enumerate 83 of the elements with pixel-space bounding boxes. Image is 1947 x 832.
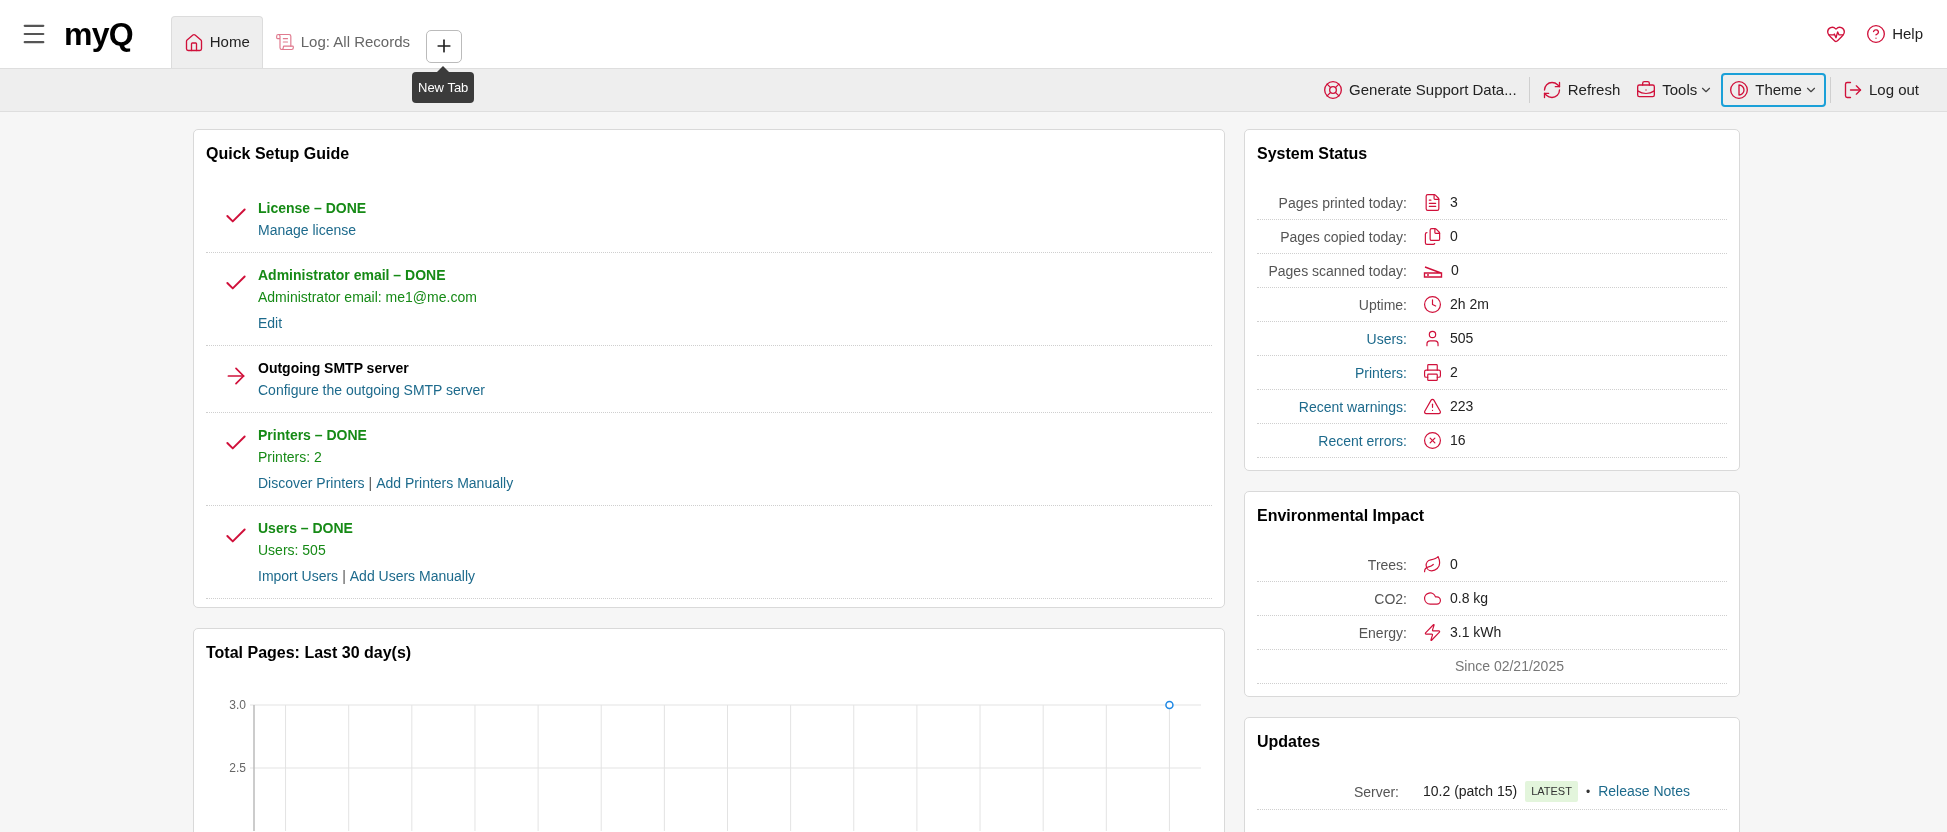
- new-tab-button[interactable]: [426, 29, 462, 63]
- step-link[interactable]: Add Printers Manually: [376, 472, 514, 494]
- data-point: [1165, 700, 1174, 710]
- stat-link[interactable]: Printers:: [1354, 364, 1407, 381]
- briefcase-icon: [1636, 80, 1657, 100]
- stat-link[interactable]: Recent errors:: [1318, 432, 1407, 449]
- step-link[interactable]: Import Users: [258, 565, 339, 587]
- card-title: Updates: [1257, 732, 1322, 752]
- leaf-icon: [1423, 555, 1442, 574]
- step-title: Printers – DONE: [258, 426, 368, 445]
- step-link[interactable]: Add Users Manually: [349, 565, 476, 587]
- printer-icon: [1423, 363, 1442, 382]
- heart-pulse-icon[interactable]: [1826, 24, 1847, 44]
- stat-value: 2h 2m: [1450, 295, 1489, 314]
- stat-label: Pages copied today:: [1280, 228, 1407, 245]
- lightning-icon: [1423, 623, 1442, 642]
- release-notes-link[interactable]: Release Notes: [1598, 781, 1690, 802]
- stat-value: 3: [1450, 193, 1458, 212]
- documents-icon: [1423, 227, 1442, 246]
- step-title: License – DONE: [258, 199, 367, 218]
- link-separator: |: [342, 567, 346, 586]
- help-link[interactable]: Help: [1866, 22, 1923, 46]
- step-detail: Printers: 2: [258, 448, 323, 467]
- step-title: Users – DONE: [258, 519, 354, 538]
- stat-value: 3.1 kWh: [1450, 623, 1502, 642]
- latest-badge: LATEST: [1525, 781, 1578, 802]
- stat-label: CO2:: [1374, 590, 1407, 607]
- clock-icon: [1423, 295, 1442, 314]
- step-link[interactable]: Discover Printers: [258, 472, 365, 494]
- refresh-icon: [1541, 80, 1562, 100]
- stat-value: 0: [1450, 555, 1458, 574]
- tab[interactable]: Home: [170, 16, 263, 68]
- stat-label: Trees:: [1367, 556, 1407, 573]
- warning-icon: [1423, 397, 1442, 416]
- stat-label: Uptime:: [1358, 296, 1407, 313]
- stat-value: 223: [1450, 397, 1474, 416]
- stat-label: Pages printed today:: [1278, 194, 1407, 211]
- axis-tick-label: 3.0: [229, 698, 246, 712]
- step-link[interactable]: Manage license: [258, 219, 357, 241]
- stat-label: Pages scanned today:: [1268, 262, 1407, 279]
- user-icon: [1423, 329, 1442, 348]
- step-title: Outgoing SMTP server: [258, 359, 410, 378]
- card-title: System Status: [1257, 144, 1369, 164]
- cloud-icon: [1423, 589, 1442, 608]
- stat-value: 0: [1451, 261, 1459, 280]
- stat-value: 16: [1450, 431, 1466, 450]
- tooltip: New Tab: [412, 71, 475, 103]
- home-icon: [183, 32, 204, 53]
- card-title: Quick Setup Guide: [206, 144, 351, 164]
- toolbar-button[interactable]: Log out: [1834, 73, 1927, 107]
- stat-value: 0.8 kg: [1450, 589, 1489, 608]
- half-circle-icon: [1729, 80, 1750, 100]
- version-text: 10.2 (patch 15): [1423, 782, 1518, 801]
- stat-link[interactable]: Users:: [1366, 330, 1407, 347]
- lifebuoy-icon: [1323, 80, 1344, 100]
- toolbar-button[interactable]: Refresh: [1533, 73, 1629, 107]
- help-icon: [1866, 24, 1887, 44]
- toolbar-button[interactable]: Theme: [1721, 73, 1826, 107]
- scroll-icon: [274, 32, 295, 52]
- axis-tick-label: 2.5: [229, 761, 246, 775]
- step-title: Administrator email – DONE: [258, 266, 447, 285]
- since-date: Since 02/21/2025: [1455, 657, 1564, 676]
- stat-value: 0: [1450, 227, 1458, 246]
- logout-icon: [1842, 80, 1863, 100]
- stat-value: 505: [1450, 329, 1474, 348]
- document-icon: [1423, 193, 1442, 212]
- step-detail: Users: 505: [258, 541, 327, 560]
- stat-label: Server:: [1353, 783, 1399, 800]
- step-link[interactable]: Configure the outgoing SMTP server: [258, 379, 485, 401]
- tab[interactable]: Log: All Records: [262, 16, 422, 68]
- stat-link[interactable]: Recent warnings:: [1298, 398, 1407, 415]
- stat-value: 2: [1450, 363, 1458, 382]
- card-title: Environmental Impact: [1257, 506, 1426, 526]
- link-separator: |: [368, 474, 373, 493]
- step-detail: Administrator email: me1@me.com: [258, 288, 477, 307]
- toolbar-button[interactable]: Generate Support Data...: [1315, 73, 1525, 107]
- error-icon: [1423, 431, 1442, 450]
- step-link[interactable]: Edit: [258, 312, 283, 334]
- logo: myQ: [64, 18, 133, 50]
- toolbar-button[interactable]: Tools: [1628, 73, 1722, 107]
- stat-label: Energy:: [1358, 624, 1407, 641]
- bullet: •: [1585, 783, 1591, 801]
- card-title: Total Pages: Last 30 day(s): [206, 643, 413, 663]
